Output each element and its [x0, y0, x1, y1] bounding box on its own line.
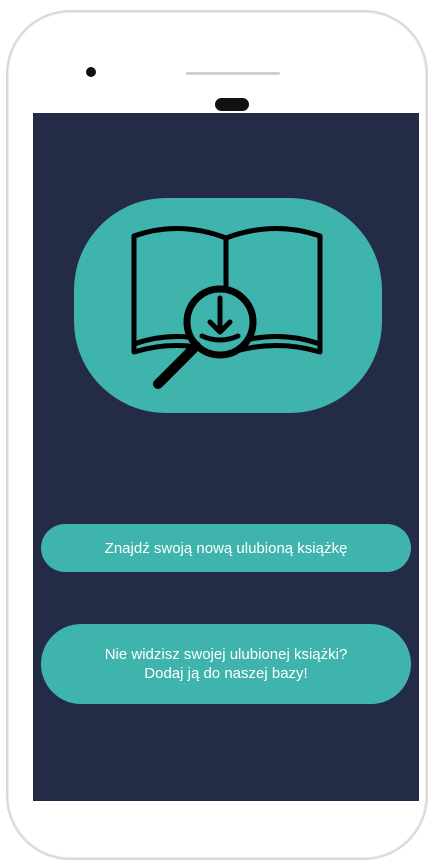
- find-favourite-book-button[interactable]: Znajdź swoją nową ulubioną książkę: [41, 524, 411, 572]
- speaker-grille: [186, 72, 280, 75]
- add-book-label-line1: Nie widzisz swojej ulubionej książki?: [104, 646, 348, 663]
- front-camera: [86, 67, 96, 77]
- earpiece: [215, 98, 249, 111]
- book-search-icon: [131, 226, 323, 389]
- add-book-label-line2: Dodaj ją do naszej bazy!: [144, 665, 308, 682]
- find-favourite-book-label: Znajdź swoją nową ulubioną książkę: [104, 539, 348, 557]
- app-logo: [74, 198, 382, 413]
- add-book-button[interactable]: Nie widzisz swojej ulubionej książki? Do…: [41, 624, 411, 704]
